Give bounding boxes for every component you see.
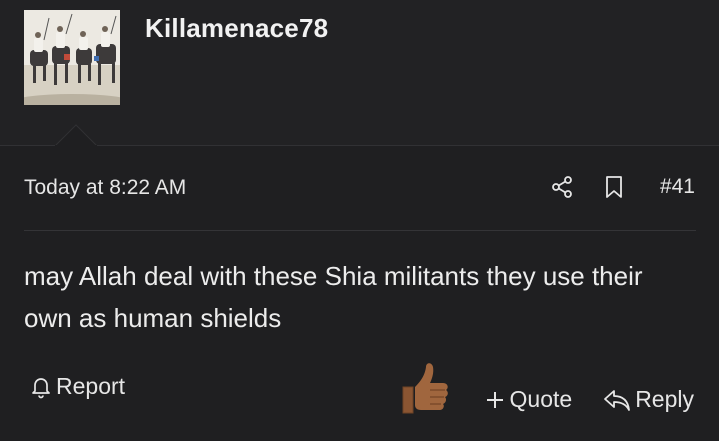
reply-label: Reply bbox=[635, 386, 694, 412]
post-header: Killamenace78 bbox=[0, 0, 719, 146]
quote-button[interactable]: Quote bbox=[484, 386, 573, 413]
share-icon[interactable] bbox=[550, 175, 574, 199]
post-number-link[interactable]: #41 bbox=[660, 175, 695, 199]
post-footer-left: Report bbox=[29, 373, 125, 400]
post-timestamp[interactable]: Today at 8:22 AM bbox=[24, 176, 186, 200]
plus-icon bbox=[484, 389, 506, 411]
bookmark-icon[interactable] bbox=[602, 175, 626, 199]
post-message: may Allah deal with these Shia militants… bbox=[24, 261, 643, 333]
header-divider bbox=[0, 145, 719, 146]
post-meta-actions: #41 bbox=[550, 170, 695, 204]
horsemen-photo-avatar bbox=[24, 10, 120, 105]
post-footer-right: Quote Reply bbox=[484, 386, 694, 413]
bell-icon bbox=[29, 375, 53, 399]
forum-post: Killamenace78 Today at 8:22 AM #41 may A… bbox=[0, 0, 719, 441]
meta-divider bbox=[24, 230, 696, 231]
username[interactable]: Killamenace78 bbox=[145, 13, 328, 44]
quote-label: Quote bbox=[509, 386, 573, 412]
report-label: Report bbox=[56, 373, 126, 399]
thumbs-up-icon[interactable] bbox=[399, 361, 451, 417]
reply-button[interactable]: Reply bbox=[602, 386, 694, 413]
reply-icon bbox=[602, 387, 632, 413]
report-button[interactable]: Report bbox=[29, 373, 125, 400]
avatar[interactable] bbox=[24, 10, 120, 105]
